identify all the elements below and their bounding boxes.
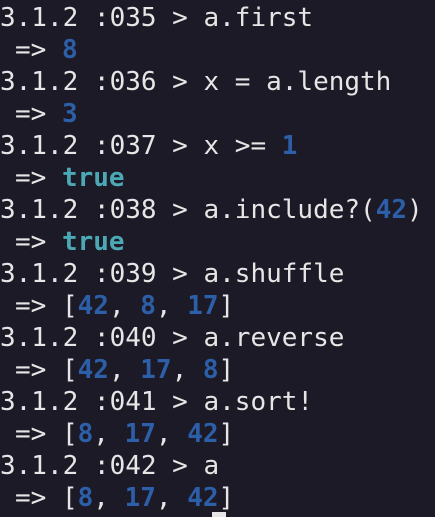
code-text: , — [155, 291, 188, 321]
number-literal: 1 — [281, 131, 298, 161]
code-text: ] — [218, 483, 235, 513]
code-text: => — [15, 227, 62, 257]
prompt-line: 3.1.2 :036 > x = a.length — [0, 66, 435, 98]
number-literal: 42 — [77, 291, 109, 321]
result-line: => [8, 17, 42] — [0, 418, 435, 450]
prompt-line: 3.1.2 :040 > a.reverse — [0, 322, 435, 354]
boolean-literal: true — [61, 163, 125, 193]
code-text: 3.1.2 :040 > a.reverse — [0, 323, 345, 353]
code-text: => — [15, 99, 62, 129]
number-literal: 3 — [61, 99, 78, 129]
number-literal: 42 — [375, 195, 407, 225]
prompt-line: 3.1.2 :035 > a.first — [0, 2, 435, 34]
prompt-line: 3.1.2 :037 > x >= 1 — [0, 130, 435, 162]
number-literal: 8 — [61, 35, 78, 65]
result-line: => [42, 8, 17] — [0, 290, 435, 322]
number-literal: 8 — [77, 483, 94, 513]
code-text: => — [15, 163, 62, 193]
code-text: 3.1.2 :036 > x = a.length — [0, 67, 392, 97]
terminal-output: 3.1.2 :035 > a.first => 8 3.1.2 :036 > x =… — [0, 2, 435, 514]
code-text: ] — [218, 291, 235, 321]
text-cursor — [212, 512, 226, 517]
irb-terminal[interactable]: 3.1.2 :035 > a.first => 8 3.1.2 :036 > x =… — [0, 0, 435, 517]
code-text: ] — [218, 355, 235, 385]
code-text: ] — [218, 419, 235, 449]
prompt-line: 3.1.2 :042 > a — [0, 450, 435, 482]
code-text: 3.1.2 :038 > a.include?( — [0, 195, 376, 225]
code-text: => — [15, 35, 62, 65]
code-text: , — [93, 483, 125, 513]
code-text: 3.1.2 :037 > x >= — [0, 131, 282, 161]
number-literal: 8 — [140, 291, 156, 321]
code-text: 3.1.2 :041 > a.sort! — [0, 387, 314, 417]
prompt-line: 3.1.2 :041 > a.sort! — [0, 386, 435, 418]
number-literal: 42 — [187, 483, 219, 513]
code-text: , — [155, 419, 188, 449]
code-text: => [ — [15, 355, 78, 385]
code-text: 3.1.2 :042 > a — [0, 451, 220, 481]
number-literal: 17 — [140, 355, 172, 385]
code-text: => [ — [15, 483, 78, 513]
result-line: => 3 — [0, 98, 435, 130]
code-text: => [ — [15, 419, 78, 449]
result-line: => [8, 17, 42] — [0, 482, 435, 514]
result-line: => true — [0, 162, 435, 194]
result-line: => true — [0, 226, 435, 258]
code-text: , — [171, 355, 203, 385]
prompt-line: 3.1.2 :038 > a.include?(42) — [0, 194, 435, 226]
code-text: , — [93, 419, 125, 449]
code-text: ) — [407, 195, 423, 225]
number-literal: 8 — [77, 419, 94, 449]
code-text: , — [155, 483, 188, 513]
result-line: => [42, 17, 8] — [0, 354, 435, 386]
number-literal: 17 — [187, 291, 219, 321]
boolean-literal: true — [61, 227, 125, 257]
number-literal: 42 — [77, 355, 109, 385]
code-text: , — [108, 355, 141, 385]
code-text: 3.1.2 :035 > a.first — [0, 3, 314, 33]
number-literal: 42 — [187, 419, 219, 449]
prompt-line: 3.1.2 :039 > a.shuffle — [0, 258, 435, 290]
number-literal: 17 — [124, 483, 156, 513]
result-line: => 8 — [0, 34, 435, 66]
code-text: => [ — [15, 291, 78, 321]
code-text: 3.1.2 :039 > a.shuffle — [0, 259, 345, 289]
number-literal: 17 — [124, 419, 156, 449]
number-literal: 8 — [202, 355, 219, 385]
code-text: , — [108, 291, 141, 321]
